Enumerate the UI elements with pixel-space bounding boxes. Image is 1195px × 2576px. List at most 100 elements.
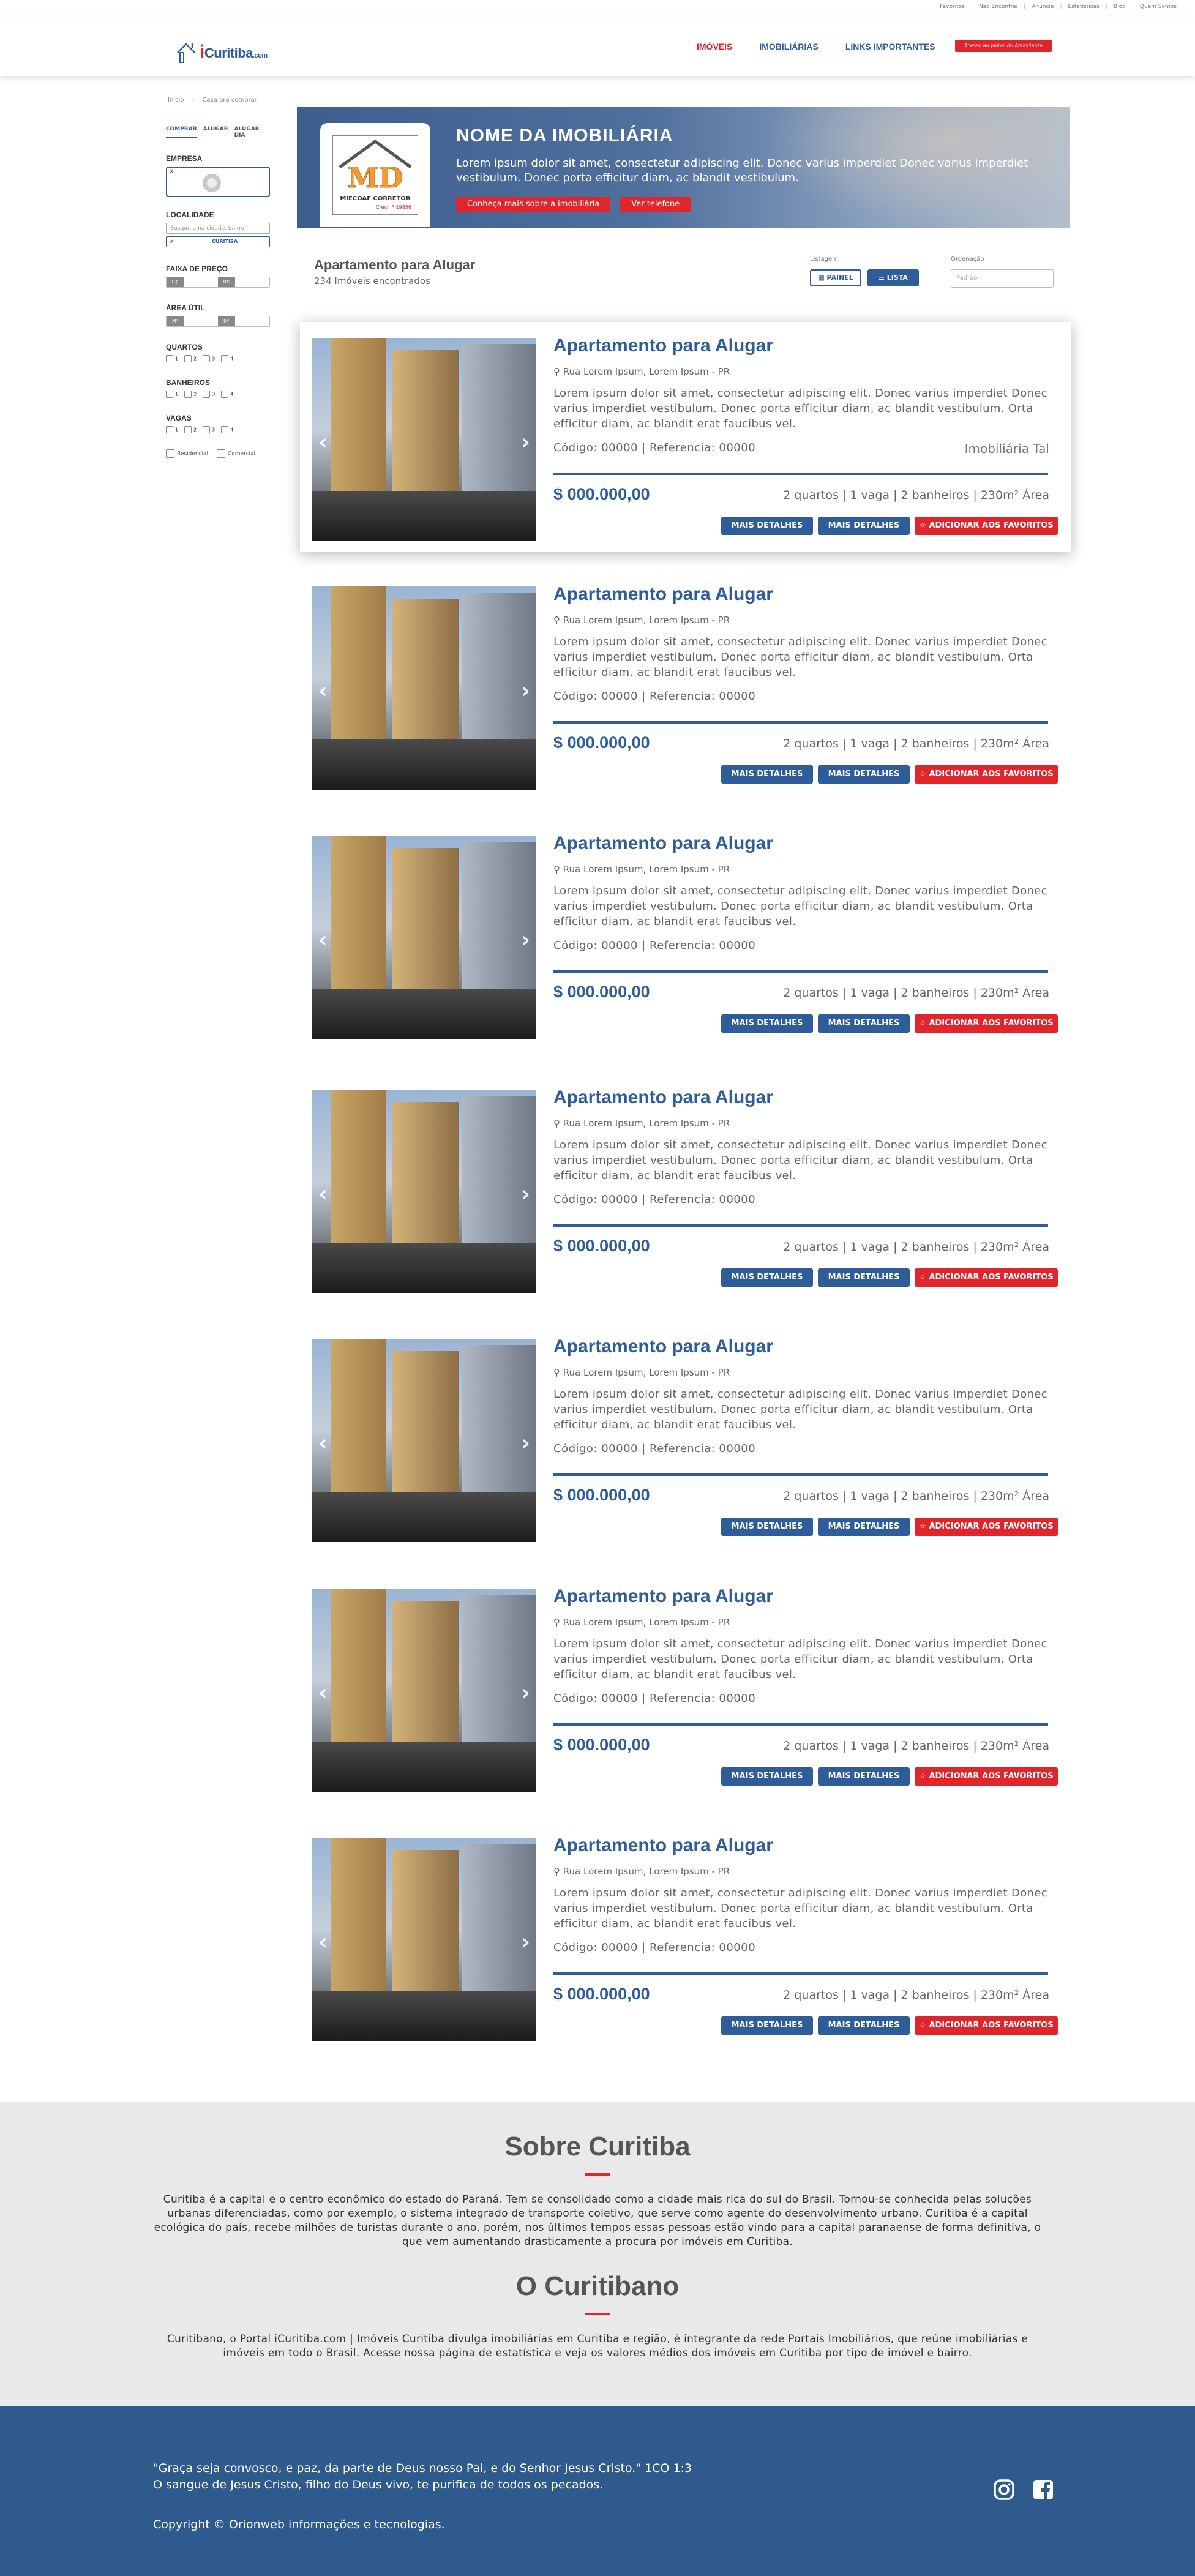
more-details-button[interactable]: MAIS DETALHES [818,517,910,535]
breadcrumb-home[interactable]: Início [168,97,184,103]
next-photo-icon[interactable]: › [521,1930,530,1955]
more-details-button[interactable]: MAIS DETALHES [818,2016,910,2035]
listing-photo[interactable]: ‹ › [312,1339,536,1542]
more-details-button[interactable]: MAIS DETALHES [818,765,910,784]
top-link-estatisticas[interactable]: Estatísticas [1068,4,1099,10]
top-link-anuncie[interactable]: Anuncie [1032,4,1054,10]
nav-links-importantes[interactable]: LINKS IMPORTANTES [845,42,935,51]
site-logo[interactable]: iCuritiba.com [176,36,268,63]
prev-photo-icon[interactable]: ‹ [318,678,328,703]
tab-comprar[interactable]: COMPRAR [166,126,197,138]
add-favorite-button[interactable]: ☆ ADICIONAR AOS FAVORITOS [915,765,1058,784]
instagram-icon[interactable] [993,2479,1015,2501]
listing-title[interactable]: Apartamento para Alugar [553,1835,773,1856]
prev-photo-icon[interactable]: ‹ [318,927,328,953]
next-photo-icon[interactable]: › [521,1680,530,1705]
listing-card[interactable]: ‹ › Apartamento para Alugar ⚲ Rua Lorem … [300,1822,1071,2052]
listing-title[interactable]: Apartamento para Alugar [553,335,773,356]
more-details-button[interactable]: MAIS DETALHES [818,1268,910,1287]
vagas-option[interactable]: 2 [184,426,197,433]
listing-card[interactable]: ‹ › Apartamento para Alugar ⚲ Rua Lorem … [300,1323,1071,1553]
agency-phone-button[interactable]: Ver telefone [620,197,691,212]
listing-title[interactable]: Apartamento para Alugar [553,1586,773,1607]
add-favorite-button[interactable]: ☆ ADICIONAR AOS FAVORITOS [915,1518,1058,1536]
top-link-blog[interactable]: Blog [1114,4,1126,10]
localidade-selection[interactable]: X CURITIBA [166,236,270,247]
add-favorite-button[interactable]: ☆ ADICIONAR AOS FAVORITOS [915,1014,1058,1033]
listing-title[interactable]: Apartamento para Alugar [553,584,773,605]
prev-photo-icon[interactable]: ‹ [318,430,328,455]
quartos-option[interactable]: 4 [221,355,233,362]
ordenacao-select[interactable]: Padrão [951,269,1054,288]
banheiros-option[interactable]: 2 [184,391,197,398]
tab-alugar-dia[interactable]: ALUGAR DIA [234,126,270,138]
next-photo-icon[interactable]: › [521,1431,530,1456]
quartos-option[interactable]: 2 [184,355,197,362]
banheiros-option[interactable]: 1 [166,391,178,398]
listing-photo[interactable]: ‹ › [312,1838,536,2041]
banheiros-option[interactable]: 4 [221,391,233,398]
add-favorite-button[interactable]: ☆ ADICIONAR AOS FAVORITOS [915,1767,1058,1786]
listing-card[interactable]: ‹ › Apartamento para Alugar ⚲ Rua Lorem … [300,820,1071,1050]
top-link-nao-encontrei[interactable]: Não Encontrei [979,4,1017,10]
next-photo-icon[interactable]: › [521,1181,530,1207]
price-min-input[interactable] [184,277,218,287]
listing-title[interactable]: Apartamento para Alugar [553,833,773,854]
facebook-icon[interactable] [1032,2479,1054,2501]
quartos-option[interactable]: 3 [203,355,215,362]
more-details-button[interactable]: MAIS DETALHES [721,1014,813,1033]
listing-photo[interactable]: ‹ › [312,1090,536,1293]
prev-photo-icon[interactable]: ‹ [318,1181,328,1207]
add-favorite-button[interactable]: ☆ ADICIONAR AOS FAVORITOS [915,2016,1058,2035]
vagas-option[interactable]: 4 [221,426,233,433]
agency-about-button[interactable]: Conheça mais sobre a imobiliária [456,197,611,212]
advertiser-panel-button[interactable]: Acesso ao painel do Anunciante [955,40,1052,52]
next-photo-icon[interactable]: › [521,430,530,455]
add-favorite-button[interactable]: ☆ ADICIONAR AOS FAVORITOS [915,1268,1058,1287]
more-details-button[interactable]: MAIS DETALHES [721,1518,813,1536]
vagas-option[interactable]: 1 [166,426,178,433]
area-min-input[interactable] [184,316,218,326]
listing-photo[interactable]: ‹ › [312,836,536,1039]
vagas-option[interactable]: 3 [203,426,215,433]
view-panel-button[interactable]: ▦ PAINEL [810,269,861,286]
top-link-favoritos[interactable]: Favoritos [940,4,965,10]
quartos-option[interactable]: 1 [166,355,178,362]
listing-card[interactable]: ‹ › Apartamento para Alugar ⚲ Rua Lorem … [300,1074,1071,1304]
more-details-button[interactable]: MAIS DETALHES [721,1268,813,1287]
price-max-input[interactable] [235,277,269,287]
add-favorite-button[interactable]: ☆ ADICIONAR AOS FAVORITOS [915,517,1058,535]
listing-title[interactable]: Apartamento para Alugar [553,1087,773,1108]
listing-photo[interactable]: ‹ › [312,338,536,541]
prev-photo-icon[interactable]: ‹ [318,1680,328,1705]
listing-card[interactable]: ‹ › Apartamento para Alugar ⚲ Rua Lorem … [300,571,1071,801]
next-photo-icon[interactable]: › [521,927,530,953]
more-details-button[interactable]: MAIS DETALHES [818,1014,910,1033]
view-list-button[interactable]: ☰ LISTA [867,269,919,286]
listing-photo[interactable]: ‹ › [312,586,536,790]
more-details-button[interactable]: MAIS DETALHES [818,1767,910,1786]
prev-photo-icon[interactable]: ‹ [318,1930,328,1955]
listing-card[interactable]: ‹ › Apartamento para Alugar ⚲ Rua Lorem … [300,1573,1071,1803]
breadcrumb-current[interactable]: Casa pra comprar [202,97,257,103]
area-max-input[interactable] [235,316,269,326]
listing-title[interactable]: Apartamento para Alugar [553,1336,773,1357]
more-details-button[interactable]: MAIS DETALHES [721,517,813,535]
nav-imoveis[interactable]: IMÓVEIS [697,42,732,51]
more-details-button[interactable]: MAIS DETALHES [721,765,813,784]
type-comercial[interactable]: Comercial [217,449,255,458]
localidade-search-input[interactable]: Busque uma cidade, bairro... [166,223,270,234]
top-link-quem-somos[interactable]: Quem Somos [1140,4,1177,10]
more-details-button[interactable]: MAIS DETALHES [721,1767,813,1786]
empresa-select[interactable]: X [166,167,270,197]
next-photo-icon[interactable]: › [521,678,530,703]
type-residencial[interactable]: Residencial [166,449,208,458]
prev-photo-icon[interactable]: ‹ [318,1431,328,1456]
listing-photo[interactable]: ‹ › [312,1589,536,1792]
more-details-button[interactable]: MAIS DETALHES [721,2016,813,2035]
listing-card[interactable]: ‹ › Apartamento para Alugar ⚲ Rua Lorem … [300,322,1071,552]
banheiros-option[interactable]: 3 [203,391,215,398]
nav-imobiliarias[interactable]: IMOBILIÁRIAS [759,42,818,51]
tab-alugar[interactable]: ALUGAR [203,126,228,138]
more-details-button[interactable]: MAIS DETALHES [818,1518,910,1536]
